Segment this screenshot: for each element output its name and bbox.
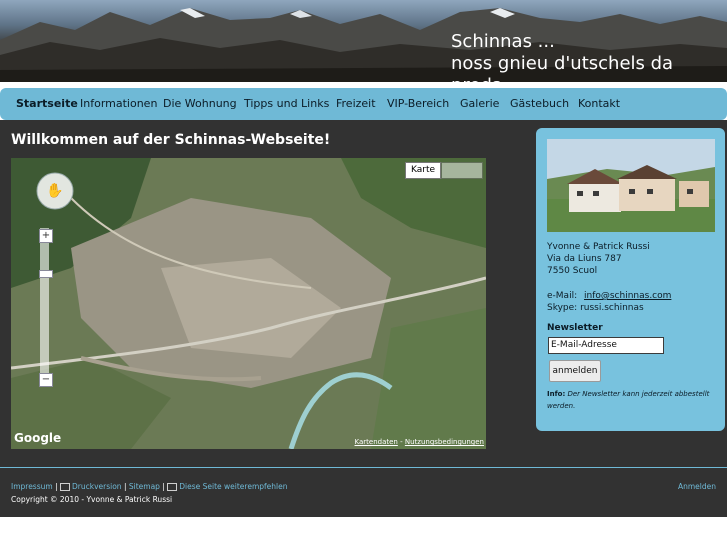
login-link[interactable]: Anmelden [678,482,716,491]
nav-item-die-wohnung[interactable]: Die Wohnung [163,88,237,120]
newsletter-heading: Newsletter [547,323,603,333]
site-tagline: Schinnas ... noss gnieu d'utschels da pr… [451,31,727,82]
map-footer-separator: - [400,438,403,446]
copyright-text: Copyright © 2010 - Yvonne & Patrick Russ… [11,495,173,504]
contact-street: Via da Liuns 787 [547,254,622,264]
tagline-line-1: Schinnas ... [451,31,555,52]
nav-item-vip-bereich[interactable]: VIP-Bereich [387,88,449,120]
page-bottom-blank [0,517,727,545]
map-type-button-2[interactable] [441,162,483,179]
nav-item-startseite[interactable]: Startseite [16,88,78,120]
google-map[interactable]: ✋ + − Karte Google Kartendaten - Nutzung… [11,158,486,449]
google-logo[interactable]: Google [14,431,61,445]
nav-item-galerie[interactable]: Galerie [460,88,499,120]
footer-links: Impressum | Druckversion | Sitemap | Die… [11,482,287,491]
contact-email-row: e-Mail: info@schinnas.com [547,290,671,302]
zoom-in-icon[interactable]: + [39,229,53,243]
footer: Impressum | Druckversion | Sitemap | Die… [0,467,727,518]
printer-icon [60,483,70,491]
map-terms-link[interactable]: Nutzungsbedingungen [405,438,484,446]
page: Schinnas ... noss gnieu d'utschels da pr… [0,0,727,545]
content-area: Willkommen auf der Schinnas-Webseite! ✋ … [0,120,727,467]
contact-city: 7550 Scuol [547,266,598,276]
tagline-line-2: noss gnieu d'utschels da preda [451,53,674,82]
nav-item-freizeit[interactable]: Freizeit [336,88,376,120]
house-photo [547,139,715,232]
apartment-building-photo [547,139,715,232]
recommend-link[interactable]: Diese Seite weiterempfehlen [179,482,287,491]
nav-item-gaestebuch[interactable]: Gästebuch [510,88,569,120]
nav-item-informationen[interactable]: Informationen [80,88,157,120]
newsletter-email-input[interactable]: E-Mail-Adresse [548,337,664,354]
skype-value: russi.schinnas [580,303,644,313]
email-label: e-Mail: [547,291,578,301]
contact-name: Yvonne & Patrick Russi [547,242,650,252]
map-footer-links: Kartendaten - Nutzungsbedingungen [355,438,484,446]
skype-label: Skype: [547,303,578,313]
map-data-link[interactable]: Kartendaten [355,438,398,446]
contact-sidebar: Yvonne & Patrick Russi Via da Liuns 787 … [536,128,725,431]
mail-icon [167,483,178,491]
newsletter-info: Info: Der Newsletter kann jederzeit abbe… [547,388,722,412]
footer-separator: | [123,482,127,491]
footer-separator: | [55,482,58,491]
sitemap-link[interactable]: Sitemap [129,482,160,491]
map-type-button[interactable]: Karte [405,162,441,179]
nav-item-tipps-und-links[interactable]: Tipps und Links [244,88,329,120]
impressum-link[interactable]: Impressum [11,482,53,491]
info-text: Der Newsletter kann jederzeit abbestellt… [547,390,710,410]
contact-skype-row: Skype: russi.schinnas [547,302,644,314]
pan-control-icon[interactable]: ✋ [37,173,73,209]
header-banner: Schinnas ... noss gnieu d'utschels da pr… [0,0,727,82]
page-title: Willkommen auf der Schinnas-Webseite! [11,132,331,148]
main-navigation: Startseite Informationen Die Wohnung Tip… [0,88,727,120]
zoom-slider-handle[interactable] [39,270,53,278]
nav-item-kontakt[interactable]: Kontakt [578,88,620,120]
email-link[interactable]: info@schinnas.com [584,291,671,301]
newsletter-subscribe-button[interactable]: anmelden [549,360,601,382]
print-version-link[interactable]: Druckversion [72,482,122,491]
satellite-map-image [11,158,486,449]
info-label: Info: [547,390,566,398]
zoom-out-icon[interactable]: − [39,373,53,387]
footer-separator: | [162,482,165,491]
